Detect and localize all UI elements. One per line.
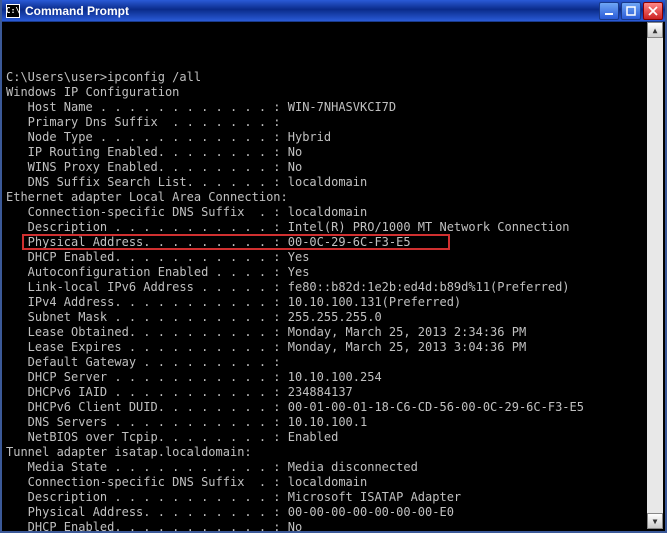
close-button[interactable]: [643, 2, 663, 20]
config-line: Node Type . . . . . . . . . . . . : Hybr…: [6, 130, 661, 145]
tunnel-line: DHCP Enabled. . . . . . . . . . . : No: [6, 520, 661, 531]
ethernet-line: Autoconfiguration Enabled . . . . : Yes: [6, 265, 661, 280]
ethernet-line: Link-local IPv6 Address . . . . . : fe80…: [6, 280, 661, 295]
section-header: Tunnel adapter isatap.localdomain:: [6, 445, 661, 460]
section-header: Windows IP Configuration: [6, 85, 661, 100]
scroll-track[interactable]: [647, 38, 663, 513]
prompt-line: C:\Users\user>ipconfig /all: [6, 70, 661, 85]
config-line: WINS Proxy Enabled. . . . . . . . : No: [6, 160, 661, 175]
title-left: C:\ Command Prompt: [6, 4, 129, 18]
ethernet-line: DHCPv6 Client DUID. . . . . . . . : 00-0…: [6, 400, 661, 415]
window-controls: [599, 2, 663, 20]
section-header: Ethernet adapter Local Area Connection:: [6, 190, 661, 205]
ethernet-line: DHCP Enabled. . . . . . . . . . . : Yes: [6, 250, 661, 265]
ethernet-line: NetBIOS over Tcpip. . . . . . . . : Enab…: [6, 430, 661, 445]
ethernet-line: Subnet Mask . . . . . . . . . . . : 255.…: [6, 310, 661, 325]
minimize-button[interactable]: [599, 2, 619, 20]
window-title: Command Prompt: [25, 4, 129, 18]
ethernet-line: Description . . . . . . . . . . . : Inte…: [6, 220, 661, 235]
cmd-icon: C:\: [6, 4, 20, 18]
ethernet-line: IPv4 Address. . . . . . . . . . . : 10.1…: [6, 295, 661, 310]
maximize-button[interactable]: [621, 2, 641, 20]
command-prompt-window: C:\ Command Prompt C:\Users\user>ipconfi…: [0, 0, 667, 533]
scroll-up-button[interactable]: ▲: [647, 22, 663, 38]
ethernet-line: DNS Servers . . . . . . . . . . . : 10.1…: [6, 415, 661, 430]
config-line: DNS Suffix Search List. . . . . . : loca…: [6, 175, 661, 190]
scroll-down-button[interactable]: ▼: [647, 513, 663, 529]
config-line: IP Routing Enabled. . . . . . . . : No: [6, 145, 661, 160]
tunnel-line: Connection-specific DNS Suffix . : local…: [6, 475, 661, 490]
tunnel-line: Physical Address. . . . . . . . . : 00-0…: [6, 505, 661, 520]
terminal-output[interactable]: C:\Users\user>ipconfig /allWindows IP Co…: [2, 22, 665, 531]
tunnel-line: Description . . . . . . . . . . . : Micr…: [6, 490, 661, 505]
ethernet-line: DHCPv6 IAID . . . . . . . . . . . : 2348…: [6, 385, 661, 400]
config-line: Primary Dns Suffix . . . . . . . :: [6, 115, 661, 130]
ethernet-line: DHCP Server . . . . . . . . . . . : 10.1…: [6, 370, 661, 385]
config-line: Host Name . . . . . . . . . . . . : WIN-…: [6, 100, 661, 115]
ethernet-line: Lease Expires . . . . . . . . . . : Mond…: [6, 340, 661, 355]
titlebar[interactable]: C:\ Command Prompt: [2, 0, 665, 22]
ethernet-line: Lease Obtained. . . . . . . . . . : Mond…: [6, 325, 661, 340]
vertical-scrollbar[interactable]: ▲ ▼: [647, 22, 663, 529]
ethernet-line: Connection-specific DNS Suffix . : local…: [6, 205, 661, 220]
ethernet-line: Default Gateway . . . . . . . . . :: [6, 355, 661, 370]
tunnel-line: Media State . . . . . . . . . . . : Medi…: [6, 460, 661, 475]
physical-address-line: Physical Address. . . . . . . . . : 00-0…: [6, 235, 661, 250]
